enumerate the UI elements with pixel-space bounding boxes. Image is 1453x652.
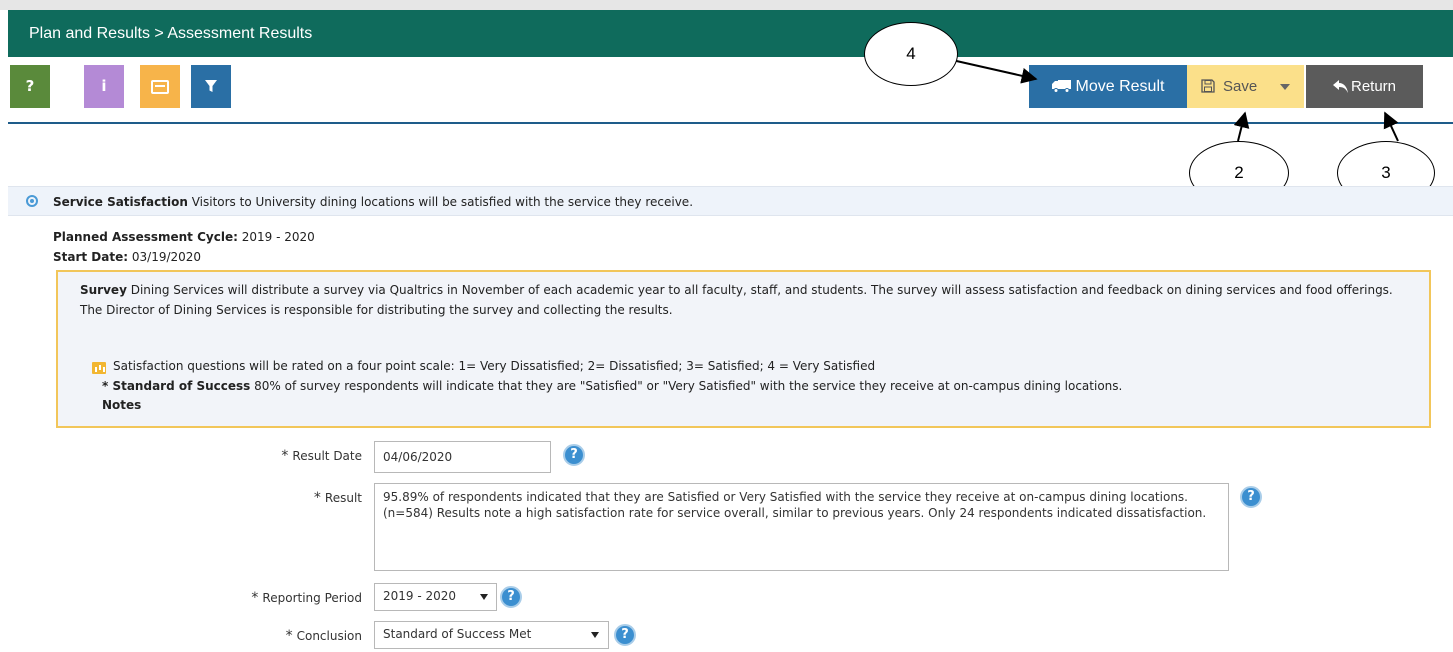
help-icon[interactable]: ? — [1240, 486, 1262, 508]
info-button[interactable]: i — [84, 65, 124, 108]
standard-of-success: * Standard of Success 80% of survey resp… — [102, 376, 1122, 396]
top-strip-bar — [0, 0, 1453, 10]
breadcrumb: Plan and Results > Assessment Results — [29, 25, 313, 42]
conclusion-select[interactable]: Standard of Success Met — [374, 621, 609, 649]
cycle-value: 2019 - 2020 — [241, 230, 315, 244]
outcome-description: Visitors to University dining locations … — [191, 195, 694, 209]
filter-icon — [205, 80, 217, 92]
survey-scale: Satisfaction questions will be rated on … — [113, 359, 876, 373]
help-button[interactable]: ? — [10, 65, 50, 108]
notes-icon — [151, 79, 169, 94]
toolbar-divider — [8, 122, 1453, 124]
return-button[interactable]: Return — [1306, 65, 1423, 108]
result-date-label: * Result Date — [220, 448, 362, 464]
floppy-icon — [1201, 79, 1215, 93]
conclusion-label: * Conclusion — [200, 628, 362, 644]
header-bar: Plan and Results > Assessment Results — [8, 10, 1453, 57]
top-strip — [0, 0, 1453, 10]
reporting-period-label-text: Reporting Period — [262, 591, 362, 605]
toolbar: ? i Move Result Save Return — [8, 57, 1453, 124]
help-icon[interactable]: ? — [614, 624, 636, 646]
notes-label: Notes — [102, 398, 142, 412]
move-result-label: Move Result — [1075, 78, 1165, 95]
chevron-down-icon — [591, 632, 599, 638]
start-label: Start Date: — [53, 250, 129, 264]
outcome-title: Service Satisfaction — [53, 195, 188, 209]
result-value: 95.89% of respondents indicated that the… — [383, 490, 1207, 520]
assessment-cycle: Planned Assessment Cycle: 2019 - 2020 — [53, 230, 315, 244]
required-marker: * — [285, 628, 293, 644]
survey-title: Survey — [80, 283, 127, 297]
bar-chart-icon — [92, 362, 106, 374]
required-marker: * — [313, 490, 321, 506]
reporting-period-select[interactable]: 2019 - 2020 — [374, 583, 497, 611]
chevron-down-icon[interactable] — [1280, 84, 1290, 90]
notes-button[interactable] — [140, 65, 180, 108]
survey-box: Survey Dining Services will distribute a… — [56, 270, 1431, 428]
filter-button[interactable] — [191, 65, 231, 108]
required-marker: * — [251, 590, 259, 606]
required-marker: * — [281, 448, 289, 464]
start-date: Start Date: 03/19/2020 — [53, 250, 201, 264]
top-strip-tab — [1308, 0, 1453, 10]
reporting-period-value: 2019 - 2020 — [383, 589, 457, 603]
callout-4: 4 — [864, 22, 958, 86]
outcome-text: Service Satisfaction Visitors to Univers… — [53, 187, 693, 217]
standard-text: 80% of survey respondents will indicate … — [254, 379, 1123, 393]
standard-label: * Standard of Success — [102, 379, 251, 393]
result-date-label-text: Result Date — [292, 449, 362, 463]
result-label-text: Result — [324, 491, 362, 505]
save-label: Save — [1223, 78, 1258, 95]
conclusion-value: Standard of Success Met — [383, 627, 532, 641]
move-result-button[interactable]: Move Result — [1029, 65, 1187, 108]
info-icon: i — [101, 77, 107, 95]
outcome-row[interactable]: Service Satisfaction Visitors to Univers… — [8, 186, 1453, 216]
survey-description: Dining Services will distribute a survey… — [80, 283, 1393, 317]
cycle-label: Planned Assessment Cycle: — [53, 230, 238, 244]
survey-paragraph: Survey Dining Services will distribute a… — [80, 280, 1410, 320]
reporting-period-label: * Reporting Period — [200, 590, 362, 606]
help-icon[interactable]: ? — [563, 444, 585, 466]
result-date-input[interactable] — [374, 441, 551, 473]
return-label: Return — [1350, 78, 1397, 95]
chevron-down-icon — [480, 594, 488, 600]
result-textarea[interactable]: 95.89% of respondents indicated that the… — [374, 483, 1229, 571]
start-value: 03/19/2020 — [131, 250, 202, 264]
target-icon — [26, 195, 38, 207]
help-icon[interactable]: ? — [500, 586, 522, 608]
help-icon: ? — [25, 77, 35, 95]
save-button[interactable]: Save — [1187, 65, 1304, 108]
result-label: * Result — [220, 490, 362, 506]
conclusion-label-text: Conclusion — [296, 629, 362, 643]
truck-icon — [1051, 80, 1071, 93]
reply-arrow-icon — [1332, 80, 1348, 93]
